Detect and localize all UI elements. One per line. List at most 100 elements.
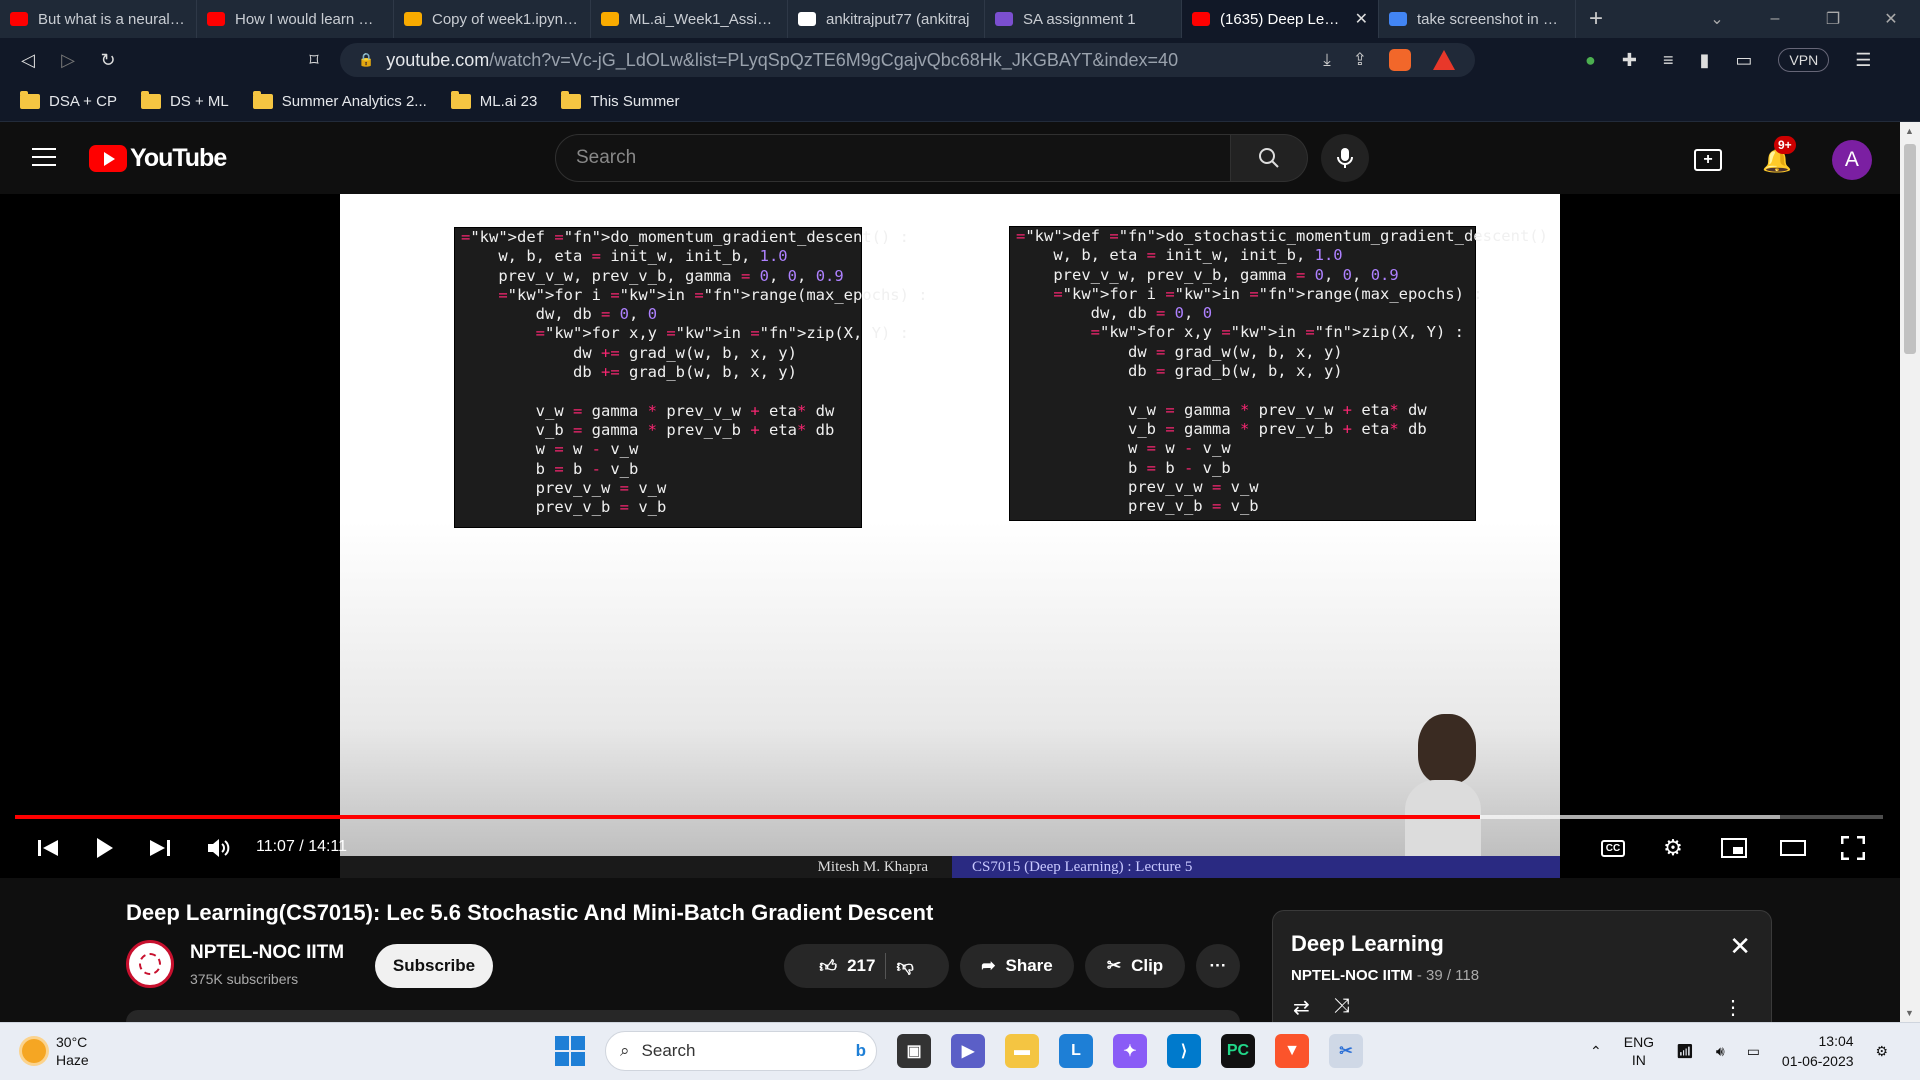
- wallet-icon[interactable]: ▭: [1735, 50, 1752, 71]
- system-clock[interactable]: 13:04 01-06-2023: [1782, 1031, 1854, 1071]
- restore-button[interactable]: ❐: [1804, 0, 1862, 38]
- speaker-icon[interactable]: 🔊︎: [1716, 1043, 1725, 1060]
- bookmarks-bar: DSA + CP DS + ML Summer Analytics 2... ML.a…: [0, 82, 1920, 122]
- new-tab-button[interactable]: +: [1576, 0, 1616, 38]
- subtitles-button[interactable]: CC: [1597, 832, 1629, 864]
- browser-tab[interactable]: take screenshot in wind: [1379, 0, 1576, 38]
- taskbar-search[interactable]: ⌕ Search b: [605, 1031, 877, 1071]
- bookmark-folder[interactable]: This Summer: [561, 91, 680, 110]
- search-button[interactable]: [1231, 134, 1308, 182]
- search-icon: [1259, 148, 1279, 168]
- fullscreen-button[interactable]: [1837, 832, 1869, 864]
- playlist-menu-icon[interactable]: ⋮: [1723, 995, 1743, 1020]
- scroll-down-arrow-icon[interactable]: ▼: [1905, 1008, 1914, 1018]
- loop-icon[interactable]: ⇄: [1293, 995, 1310, 1020]
- vscode-icon[interactable]: ⟩: [1167, 1034, 1201, 1068]
- lenovo-app-icon[interactable]: L: [1059, 1034, 1093, 1068]
- vpn-button[interactable]: VPN: [1778, 48, 1830, 72]
- puzzle-icon[interactable]: ✚: [1622, 50, 1637, 71]
- tab-search-icon[interactable]: ⌄: [1688, 0, 1746, 38]
- menu-icon[interactable]: ☰: [1855, 50, 1871, 71]
- bookmark-folder[interactable]: ML.ai 23: [450, 91, 537, 110]
- description-box[interactable]: [126, 1010, 1240, 1022]
- voice-search-button[interactable]: [1321, 134, 1369, 182]
- install-icon[interactable]: ⤓: [1323, 50, 1331, 70]
- play-button[interactable]: [88, 832, 120, 864]
- more-actions-button[interactable]: ···: [1196, 944, 1240, 988]
- share-page-icon[interactable]: ⇪: [1353, 50, 1367, 70]
- browser-tab[interactable]: Copy of week1.ipynb -: [394, 0, 591, 38]
- search-input[interactable]: Search: [555, 134, 1231, 182]
- reload-button[interactable]: ↻: [88, 50, 128, 71]
- pycharm-icon[interactable]: PC: [1221, 1034, 1255, 1068]
- next-button[interactable]: [144, 832, 176, 864]
- progress-bar[interactable]: [15, 815, 1883, 819]
- browser-tab[interactable]: ankitrajput77 (ankitraj: [788, 0, 985, 38]
- microphone-icon: [1337, 148, 1353, 168]
- scroll-up-arrow-icon[interactable]: ▲: [1905, 126, 1914, 136]
- browser-tab[interactable]: (1635) Deep Learni ✕: [1182, 0, 1379, 38]
- language-indicator[interactable]: ENG IN: [1624, 1033, 1654, 1069]
- brave-shields-icon[interactable]: [1389, 49, 1411, 71]
- forward-button[interactable]: ▷: [48, 50, 88, 71]
- settings-button[interactable]: ⚙: [1657, 832, 1689, 864]
- shuffle-icon[interactable]: ⤨: [1334, 995, 1350, 1020]
- back-button[interactable]: ◁: [8, 50, 48, 71]
- bookmark-folder[interactable]: DS + ML: [140, 91, 229, 110]
- url-bar[interactable]: 🔒 youtube.com/watch?v=Vc-jG_LdOLw&list=P…: [340, 43, 1475, 77]
- task-view-icon[interactable]: ▣: [897, 1034, 931, 1068]
- tab-label: ML.ai_Week1_Assignm: [629, 10, 777, 28]
- volume-button[interactable]: [203, 832, 235, 864]
- like-button[interactable]: 👍︎ 217: [819, 956, 875, 977]
- file-explorer-icon[interactable]: ▬: [1005, 1034, 1039, 1068]
- playlist-owner[interactable]: NPTEL-NOC IITM: [1291, 967, 1413, 984]
- notifications-bell-icon[interactable]: 🔔 9+: [1762, 135, 1796, 175]
- show-hidden-icons-icon[interactable]: ⌃: [1590, 1043, 1602, 1060]
- weather-widget[interactable]: 30°C Haze: [22, 1033, 89, 1069]
- playlist-icon[interactable]: ≡: [1663, 50, 1674, 71]
- minimize-button[interactable]: –: [1746, 0, 1804, 38]
- windows-taskbar: 30°C Haze ⌕ Search b ▣ ▶ ▬ L ✦ ⟩ PC ▼ ✂ ⌃…: [0, 1022, 1920, 1080]
- bookmark-icon[interactable]: ⌑: [294, 50, 334, 71]
- extension-icon[interactable]: ●: [1585, 50, 1596, 71]
- avatar[interactable]: A: [1831, 140, 1872, 180]
- bing-icon: b: [855, 1041, 866, 1060]
- browser-tab[interactable]: But what is a neural ne: [0, 0, 197, 38]
- bookmark-folder[interactable]: Summer Analytics 2...: [252, 91, 427, 110]
- copilot-icon[interactable]: ✦: [1113, 1034, 1147, 1068]
- subscribe-button[interactable]: Subscribe: [375, 944, 493, 988]
- dislike-button[interactable]: 👎︎: [896, 956, 913, 977]
- browser-tab[interactable]: ML.ai_Week1_Assignm: [591, 0, 788, 38]
- youtube-icon: [10, 12, 28, 26]
- brave-browser-icon[interactable]: ▼: [1275, 1034, 1309, 1068]
- channel-avatar[interactable]: [126, 940, 174, 988]
- browser-tab[interactable]: SA assignment 1: [985, 0, 1182, 38]
- wifi-icon[interactable]: 📶︎: [1676, 1043, 1694, 1060]
- playlist-title[interactable]: Deep Learning: [1291, 931, 1444, 957]
- miniplayer-button[interactable]: [1718, 832, 1750, 864]
- close-playlist-icon[interactable]: ✕: [1729, 931, 1751, 962]
- close-window-button[interactable]: ✕: [1862, 0, 1920, 38]
- snipping-tool-icon[interactable]: ✂: [1329, 1034, 1363, 1068]
- scrollbar-thumb[interactable]: [1904, 144, 1916, 354]
- create-video-icon[interactable]: +: [1694, 149, 1722, 171]
- guide-menu-icon[interactable]: [32, 148, 56, 172]
- tab-label: How I would learn Mac: [235, 10, 383, 28]
- notification-center-icon[interactable]: ⚙: [1876, 1043, 1889, 1060]
- brave-rewards-icon[interactable]: [1433, 50, 1455, 70]
- battery-icon[interactable]: ▭: [1747, 1043, 1760, 1060]
- channel-name[interactable]: NPTEL-NOC IITM: [190, 942, 344, 964]
- theater-mode-button[interactable]: [1777, 832, 1809, 864]
- previous-button[interactable]: [32, 832, 64, 864]
- browser-tab[interactable]: How I would learn Mac: [197, 0, 394, 38]
- bookmark-folder[interactable]: DSA + CP: [20, 91, 117, 110]
- start-button[interactable]: [555, 1036, 585, 1066]
- close-tab-icon[interactable]: ✕: [1355, 9, 1368, 29]
- clip-button[interactable]: ✂ Clip: [1085, 944, 1185, 988]
- youtube-logo[interactable]: YouTube: [89, 144, 227, 173]
- teams-chat-icon[interactable]: ▶: [951, 1034, 985, 1068]
- page-scrollbar[interactable]: ▲ ▼: [1900, 122, 1920, 1022]
- sidebar-icon[interactable]: ▮: [1699, 50, 1709, 71]
- share-button[interactable]: ➦ Share: [960, 944, 1074, 988]
- video-player[interactable]: ="kw">def ="fn">do_momentum_gradient_des…: [0, 194, 1900, 878]
